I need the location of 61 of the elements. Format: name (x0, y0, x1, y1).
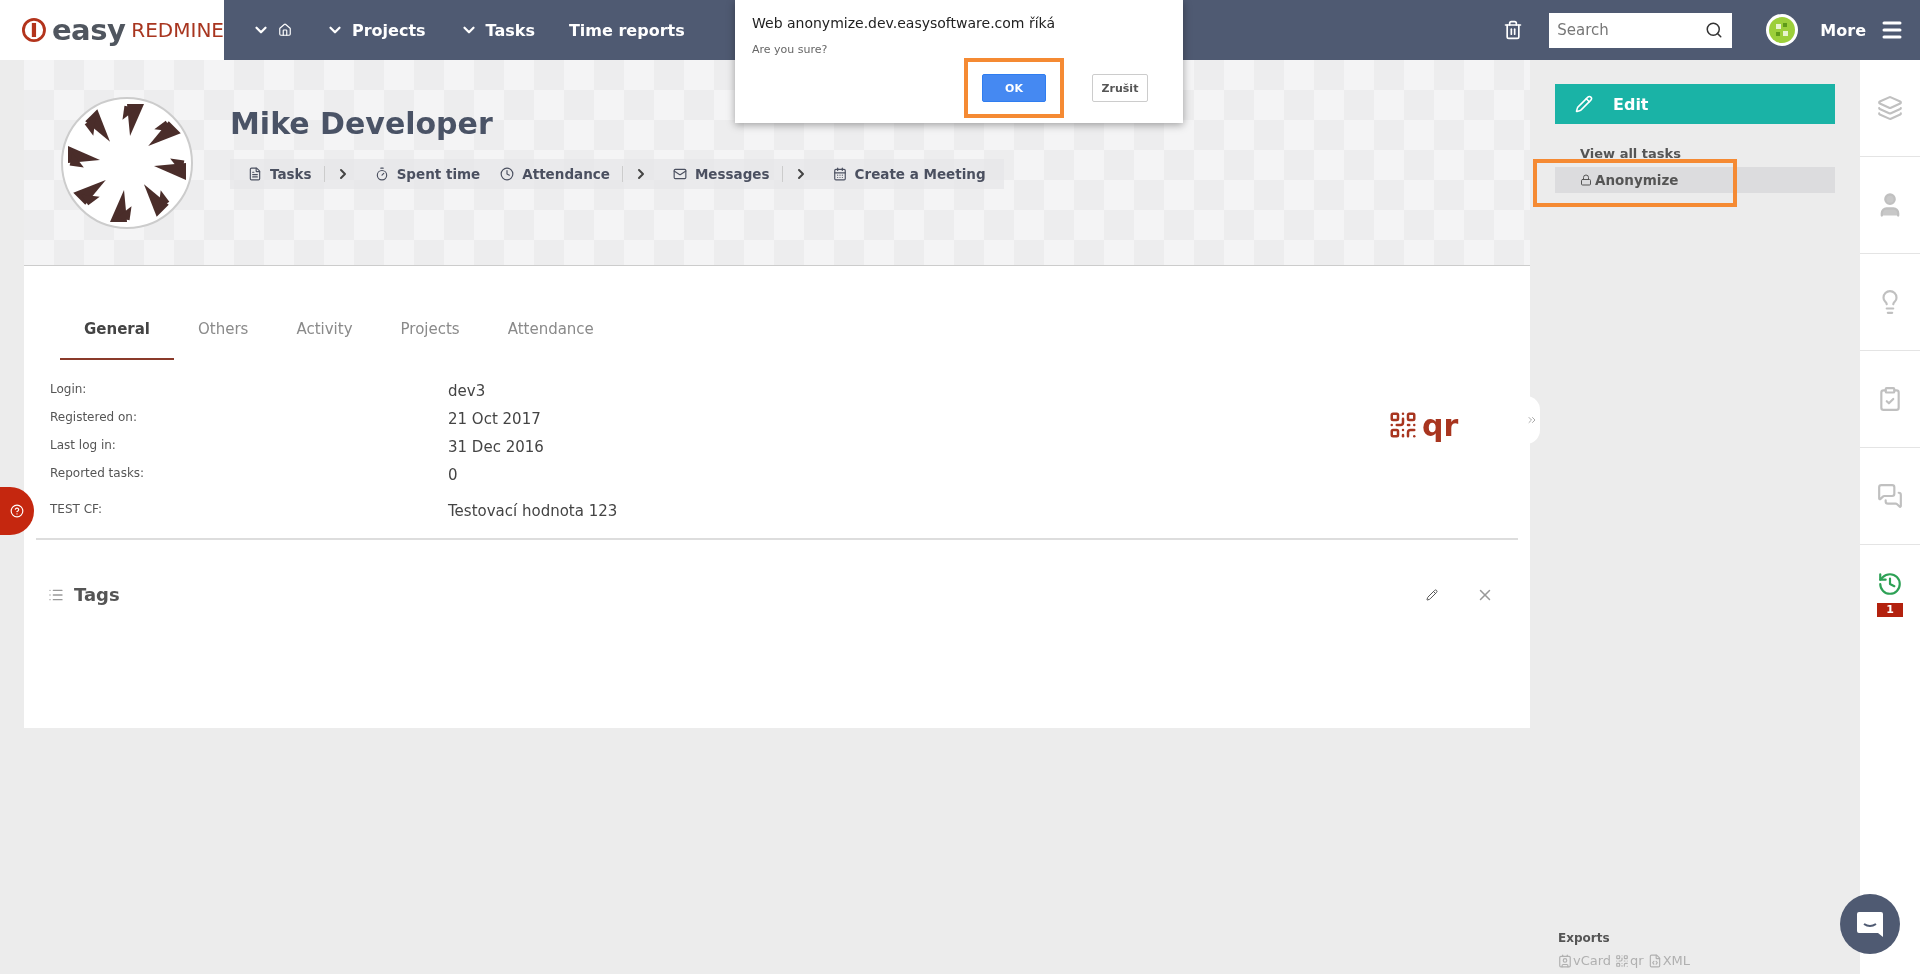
action-link[interactable]: Attendance (492, 166, 618, 182)
tasks-icon (248, 167, 262, 181)
trash-icon[interactable] (1503, 20, 1524, 40)
tab[interactable]: General (60, 314, 174, 360)
section-title: Tags (74, 584, 121, 605)
attendance-icon (500, 167, 515, 181)
lock-icon (1580, 174, 1592, 186)
exports-title: Exports (1558, 931, 1611, 945)
field-value: Testovací hodnota 123 (448, 502, 619, 520)
nav-menu-item[interactable]: Projects (320, 20, 432, 40)
tab[interactable]: Attendance (483, 314, 618, 360)
field-value: 0 (448, 466, 459, 484)
chat-button[interactable] (1840, 894, 1900, 954)
qr-icon (1615, 953, 1630, 968)
meeting-icon (832, 167, 847, 181)
view-all-tasks-link[interactable]: View all tasks (1580, 146, 1681, 161)
speech-bubble-icon (1855, 909, 1885, 939)
nav-menu-item[interactable]: Time reports (562, 20, 691, 40)
action-link[interactable]: Create a Meeting (824, 166, 994, 182)
clipboard-check-icon[interactable] (1877, 386, 1903, 412)
action-link[interactable]: Messages (664, 166, 778, 182)
dialog-message: Are you sure? (752, 43, 829, 56)
search-icon[interactable] (1705, 20, 1724, 39)
help-icon (10, 504, 24, 518)
more-menu[interactable]: More (1820, 18, 1904, 42)
user-name: Mike Developer (230, 106, 494, 141)
user-avatar-icon[interactable] (1766, 14, 1799, 46)
history-icon[interactable] (1877, 570, 1903, 597)
logo-brand: easy (51, 13, 126, 47)
messages-icon (672, 167, 687, 181)
nav-menu-item[interactable]: Tasks (453, 20, 541, 40)
vcard-icon (1558, 953, 1572, 968)
time-icon (374, 167, 389, 181)
search-field[interactable]: Search (1549, 12, 1733, 48)
action-link[interactable]: Tasks (240, 166, 320, 182)
double-chevron-icon (1526, 414, 1538, 426)
anonymize-button[interactable]: Anonymize (1555, 167, 1835, 193)
home-icon (278, 23, 292, 37)
field-label: Registered on: (50, 410, 138, 424)
field-value: 21 Oct 2017 (448, 410, 542, 428)
qr-link[interactable]: qr (1388, 408, 1459, 442)
tab[interactable]: Others (174, 314, 273, 360)
field-label: TEST CF: (50, 502, 104, 516)
help-tab[interactable] (0, 487, 34, 535)
tab[interactable]: Projects (376, 314, 484, 360)
tab[interactable]: Activity (272, 314, 377, 360)
field-value: dev3 (448, 382, 487, 400)
dialog-title: Web anonymize.dev.easysoftware.com říká (752, 15, 1057, 31)
count-badge: 1 (1877, 602, 1903, 617)
dialog-button[interactable]: OK (982, 74, 1046, 102)
dialog-button[interactable]: Zrušit (1092, 74, 1148, 102)
pencil-icon[interactable] (1426, 588, 1438, 601)
pencil-icon (1575, 95, 1593, 113)
field-label: Last log in: (50, 438, 117, 452)
logo-product: REDMINE (131, 18, 224, 42)
field-value: 31 Dec 2016 (448, 438, 545, 456)
qr-code-icon (1388, 410, 1418, 440)
field-label: Reported tasks: (50, 466, 146, 480)
action-link[interactable]: Spent time (366, 166, 489, 182)
xml-icon (1647, 953, 1662, 968)
field-label: Login: (50, 382, 88, 396)
